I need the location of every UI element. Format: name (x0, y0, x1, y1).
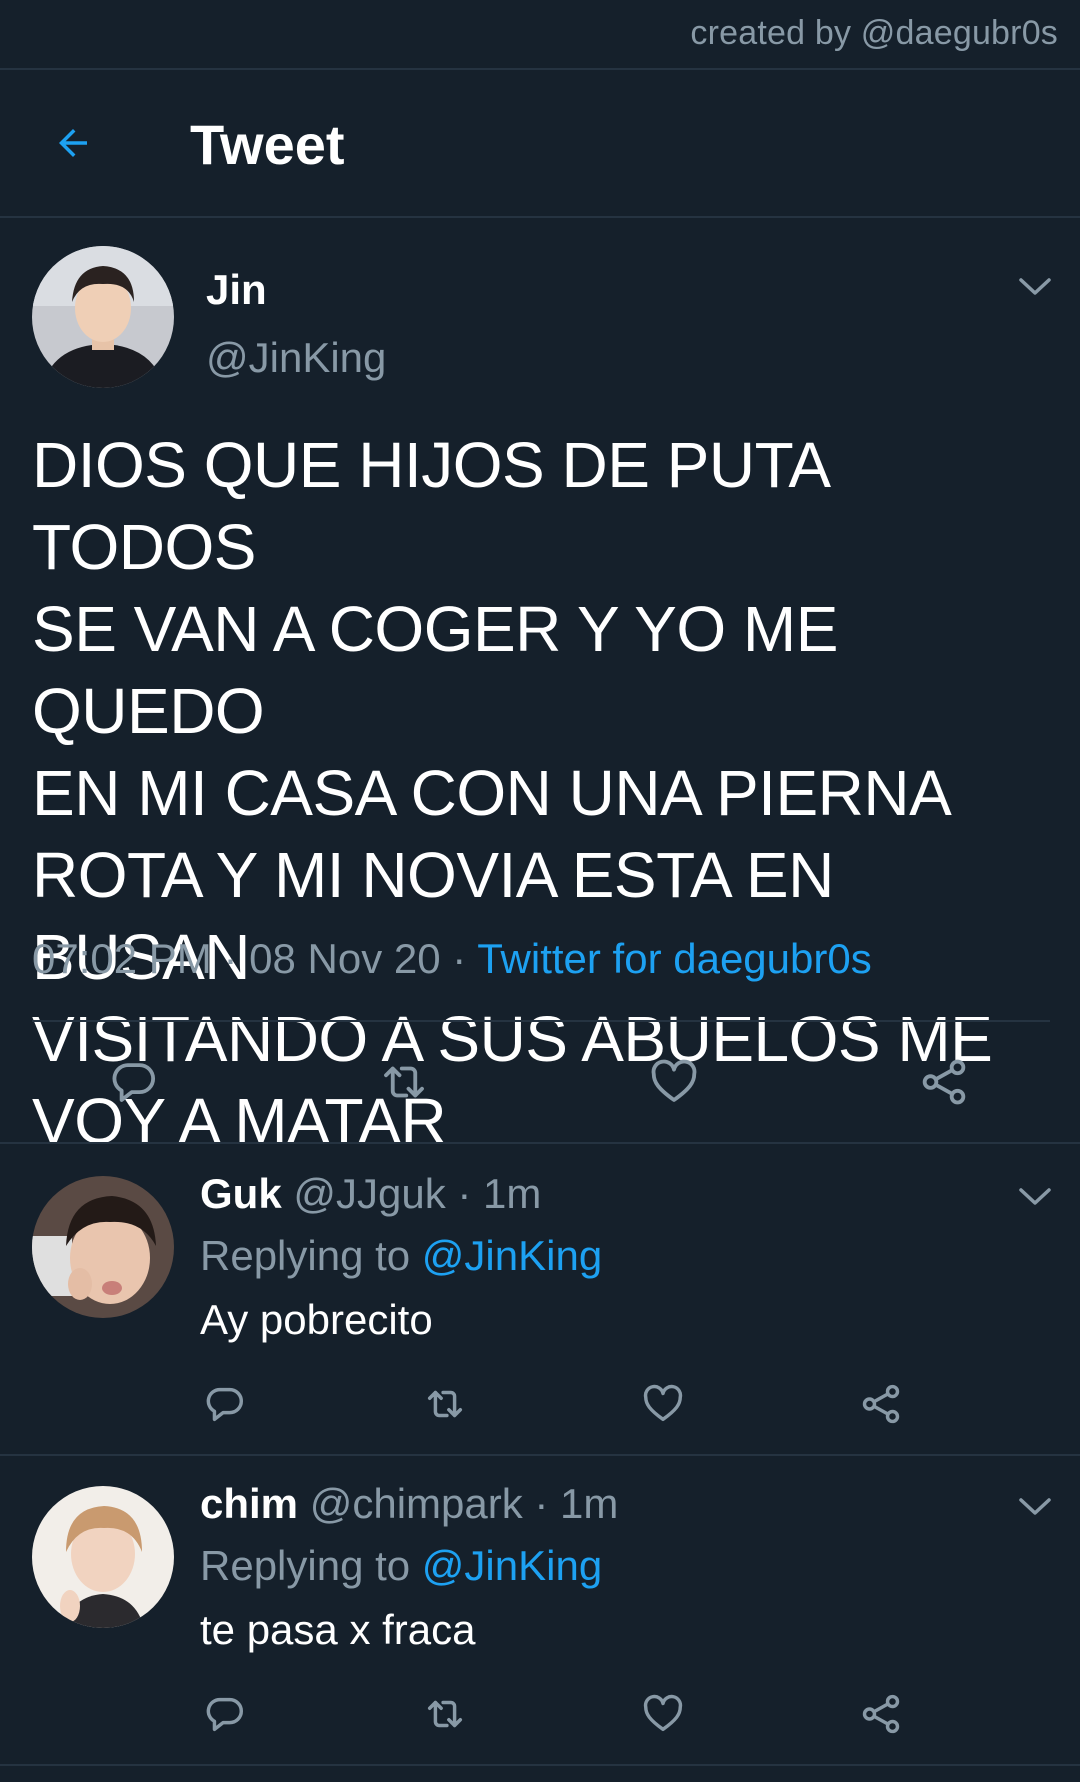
reply-author-name[interactable]: Guk (200, 1170, 282, 1217)
page-title: Tweet (190, 113, 345, 176)
chevron-down-icon[interactable] (1018, 276, 1052, 298)
separator: · (452, 935, 467, 982)
retweet-button[interactable] (418, 1380, 472, 1428)
reply-icon (206, 1387, 243, 1422)
reply-time: · 1m (534, 1480, 619, 1527)
retweet-button[interactable] (418, 1690, 472, 1738)
reply-icon (112, 1063, 156, 1102)
reply-time: · 1m (457, 1170, 542, 1217)
tweet-text-line: DIOS QUE HIJOS DE PUTA TODOS (32, 429, 828, 583)
share-button[interactable] (856, 1380, 906, 1428)
retweet-icon (427, 1700, 463, 1728)
tweet-date: 08 Nov 20 (249, 935, 441, 982)
share-icon (862, 1384, 900, 1424)
replying-to-label: Replying to (200, 1542, 411, 1589)
share-icon (862, 1694, 900, 1734)
author-name[interactable]: Jin (206, 266, 267, 314)
reply-button[interactable] (104, 1054, 164, 1110)
reply-author-name[interactable]: chim (200, 1480, 298, 1527)
actions-divider (0, 1142, 1080, 1144)
author-handle[interactable]: @JinKing (206, 334, 386, 382)
chevron-down-icon[interactable] (1018, 1496, 1052, 1518)
retweet-icon (384, 1066, 424, 1098)
tweet-text-line: SE VAN A COGER Y YO ME QUEDO (32, 593, 838, 747)
like-button[interactable] (644, 1054, 704, 1110)
reply-author-handle[interactable]: @JJguk (293, 1170, 445, 1217)
chevron-down-icon[interactable] (1018, 1186, 1052, 1208)
top-divider (0, 68, 1080, 70)
retweet-button[interactable] (374, 1054, 434, 1110)
like-button[interactable] (638, 1690, 688, 1738)
tweet-text-line: VOY A MATAR (32, 1085, 447, 1157)
share-button[interactable] (856, 1690, 906, 1738)
tweet-time: 07:02 PM (32, 935, 212, 982)
reply-text: Ay pobrecito (200, 1296, 433, 1343)
reply-header: Guk @JJguk · 1m (200, 1170, 541, 1218)
tweet-meta: 07:02 PM · 08 Nov 20 · Twitter for daegu… (32, 935, 872, 983)
share-icon (922, 1059, 966, 1105)
reply-button[interactable] (200, 1690, 250, 1738)
reply-text: te pasa x fraca (200, 1606, 476, 1653)
watermark-text: created by @daegubr0s (690, 14, 1058, 52)
heart-icon (643, 1694, 683, 1732)
mention-link[interactable]: @JinKing (422, 1232, 602, 1279)
reply-header: chim @chimpark · 1m (200, 1480, 618, 1528)
tweet-text-line: EN MI CASA CON UNA PIERNA (32, 757, 952, 829)
avatar[interactable] (32, 246, 174, 388)
heart-icon (643, 1384, 683, 1422)
retweet-icon (427, 1390, 463, 1418)
like-button[interactable] (638, 1380, 688, 1428)
avatar[interactable] (32, 1176, 174, 1318)
share-button[interactable] (914, 1054, 974, 1110)
header-divider (0, 216, 1080, 218)
reply-divider (0, 1454, 1080, 1456)
avatar[interactable] (32, 1486, 174, 1628)
tweet-text-line: VISITANDO A SUS ABUELOS ME (32, 1003, 993, 1075)
tweet-source-link[interactable]: Twitter for daegubr0s (477, 935, 872, 982)
bottom-divider (0, 1764, 1080, 1766)
mention-link[interactable]: @JinKing (422, 1542, 602, 1589)
reply-author-handle[interactable]: @chimpark (310, 1480, 523, 1527)
separator: · (223, 935, 238, 982)
replying-to: Replying to @JinKing (200, 1232, 602, 1280)
heart-icon (651, 1059, 697, 1102)
reply-button[interactable] (200, 1380, 250, 1428)
reply-icon (206, 1697, 243, 1732)
replying-to: Replying to @JinKing (200, 1542, 602, 1590)
meta-divider (32, 1020, 1050, 1022)
tweet-text: DIOS QUE HIJOS DE PUTA TODOS SE VAN A CO… (32, 424, 1052, 1162)
replying-to-label: Replying to (200, 1232, 411, 1279)
arrow-left-icon (59, 129, 87, 157)
back-button[interactable] (48, 118, 98, 168)
